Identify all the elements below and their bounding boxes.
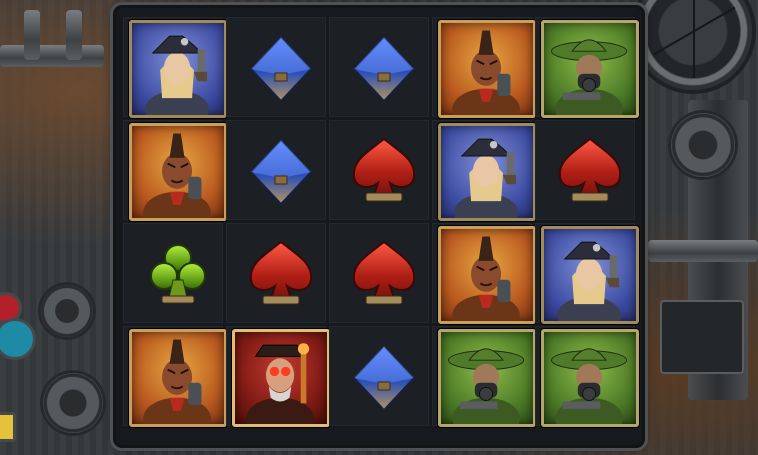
reel-cell — [226, 17, 326, 117]
diamond-suit-icon — [232, 20, 330, 118]
hydraulic-unit — [660, 300, 744, 374]
mohawk-brute-icon — [438, 20, 536, 118]
mohawk-brute-icon — [438, 226, 536, 324]
reel-cell — [226, 120, 326, 220]
reel-cell — [123, 223, 223, 323]
mohawk-brute-icon — [129, 123, 227, 221]
reel-cell — [535, 223, 639, 324]
diamond-suit-icon — [335, 329, 433, 427]
gasmask-ranger-icon — [541, 20, 639, 118]
porthole-vent-icon — [634, 0, 752, 90]
diamond-suit-icon — [232, 123, 330, 221]
yellow-indicator-lamp-icon — [0, 412, 16, 442]
gentleman-boss-icon — [232, 329, 330, 427]
left-machinery-decoration — [0, 0, 110, 455]
reel-cell — [432, 223, 536, 324]
diamond-suit-icon — [335, 20, 433, 118]
cog-gear-icon — [38, 282, 96, 340]
reel-cell — [226, 223, 326, 323]
reel-cell — [123, 326, 227, 427]
reel-cell — [432, 17, 536, 118]
steam-pipe-vertical — [24, 10, 40, 60]
steam-pipe — [648, 240, 758, 262]
reel-cell — [123, 120, 227, 221]
steam-pipe — [0, 45, 104, 67]
gasmask-ranger-icon — [541, 329, 639, 427]
gunslinger-woman-icon — [129, 20, 227, 118]
steam-pipe-vertical — [66, 10, 82, 60]
reel-cell — [329, 223, 429, 323]
reel-cell — [329, 120, 429, 220]
spade-suit-icon — [541, 123, 639, 221]
reel-cell — [123, 17, 227, 118]
reel-cell — [329, 326, 429, 426]
reel-cell — [432, 120, 536, 221]
reel-grid — [116, 8, 642, 445]
spade-suit-icon — [335, 123, 433, 221]
gunslinger-woman-icon — [541, 226, 639, 324]
blue-indicator-lamp-icon — [0, 318, 36, 360]
gasmask-ranger-icon — [438, 329, 536, 427]
cog-gear-icon — [40, 370, 106, 436]
reel-cell — [535, 17, 639, 118]
right-machinery-decoration — [634, 0, 758, 455]
gunslinger-woman-icon — [438, 123, 536, 221]
spade-suit-icon — [232, 226, 330, 324]
reel-cell — [329, 17, 429, 117]
cog-gear-icon — [668, 110, 738, 180]
club-suit-icon — [129, 226, 227, 324]
mohawk-brute-icon — [129, 329, 227, 427]
reel-cell — [432, 326, 536, 427]
spade-suit-icon — [335, 226, 433, 324]
reel-cell — [535, 120, 635, 220]
reel-cell — [535, 326, 639, 427]
reel-cell — [226, 326, 330, 427]
